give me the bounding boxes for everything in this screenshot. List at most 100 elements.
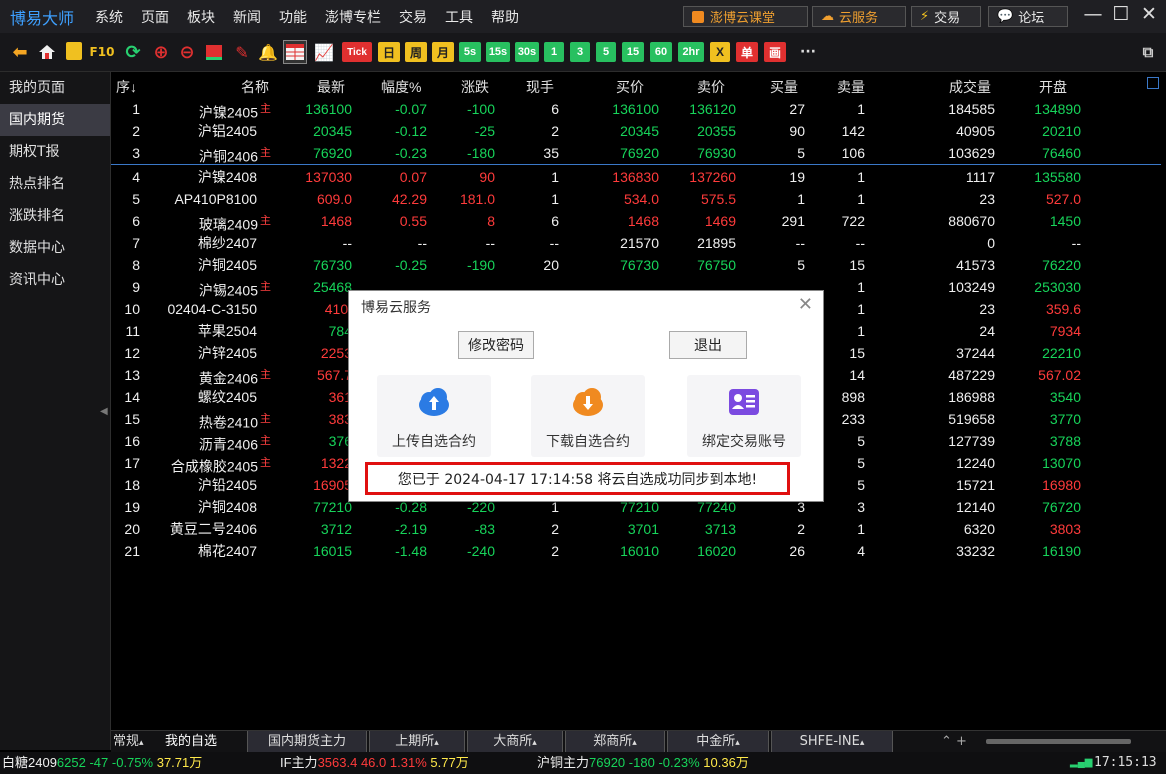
period-3[interactable]: 3 (570, 42, 590, 62)
collapse-arrow-icon[interactable]: ◀ (100, 406, 108, 417)
table-row[interactable]: 21 棉花2407 16015 -1.48 -240 2 16010 16020 26 4 3323… (111, 540, 1161, 562)
f10-button[interactable]: F10 (88, 42, 116, 62)
zoom-out-icon[interactable]: ⊖ (176, 42, 198, 63)
home-icon[interactable] (36, 42, 58, 62)
sidebar-item-data-center[interactable]: 数据中心 (0, 232, 110, 264)
draw-line-icon[interactable]: ✎ (232, 42, 252, 62)
tick-button[interactable]: Tick (342, 42, 372, 62)
change-password-button[interactable]: 修改密码 (458, 331, 534, 359)
col-seq[interactable]: 序↓ (116, 76, 137, 98)
col-ask[interactable]: 卖价 (697, 76, 725, 98)
table-row[interactable]: 20 黄豆二号2406 3712 -2.19 -83 2 3701 3713 2 1 6320 380… (111, 518, 1161, 540)
table-row[interactable]: 5 AP410P8100 609.0 42.29 181.0 1 534.0 575.5 1 1 2… (111, 188, 1161, 210)
period-2hr[interactable]: 2hr (678, 42, 704, 62)
cell-seq: 12 (124, 345, 140, 361)
week-button[interactable]: 周 (405, 42, 427, 62)
col-bid[interactable]: 买价 (616, 76, 644, 98)
table-row[interactable]: 8 沪铜2405 76730 -0.25 -190 20 76730 76750 5 15 4157… (111, 254, 1161, 276)
col-last[interactable]: 最新 (317, 76, 345, 98)
cell-chg: -240 (466, 543, 495, 559)
refresh-icon[interactable]: ⟳ (122, 42, 144, 63)
tab-my-watchlist[interactable]: 我的自选 (165, 731, 217, 752)
dialog-close-icon[interactable]: ✕ (798, 294, 813, 315)
col-name[interactable]: 名称 (241, 76, 269, 98)
period-1[interactable]: 1 (544, 42, 564, 62)
menu-system[interactable]: 系统 (86, 7, 132, 27)
notes-icon[interactable] (66, 42, 82, 60)
tab-shfe[interactable]: 上期所▴ (369, 731, 465, 752)
upload-tile[interactable]: 上传自选合约 (377, 375, 491, 457)
col-total[interactable]: 成交量 (949, 76, 991, 98)
sidebar-item-options-t[interactable]: 期权T报 (0, 136, 110, 168)
tab-shfe-ine[interactable]: SHFE-INE▴ (771, 731, 893, 752)
menu-tools[interactable]: 工具 (436, 7, 482, 27)
sidebar-item-domestic-futures[interactable]: 国内期货 (0, 104, 110, 136)
bell-icon[interactable]: 🔔 (258, 42, 278, 62)
table-row[interactable]: 3 沪铜2406 主 76920 -0.23 -180 35 76920 76930 5 106 10… (111, 142, 1161, 165)
menu-news[interactable]: 新闻 (224, 7, 270, 27)
ticker-item[interactable]: 沪铜主力76920 -180 -0.23% 10.36万 (537, 752, 749, 774)
trade-link[interactable]: ⚡ 交易 (911, 6, 981, 27)
back-arrow-icon[interactable]: ⬅ (10, 42, 30, 63)
x-button[interactable]: X (710, 42, 730, 62)
corner-box[interactable] (1147, 77, 1159, 89)
col-vol[interactable]: 现手 (526, 76, 554, 98)
sidebar-item-info-center[interactable]: 资讯中心 (0, 264, 110, 296)
day-button[interactable]: 日 (378, 42, 400, 62)
zoom-in-icon[interactable]: ⊕ (150, 42, 172, 63)
table-row[interactable]: 2 沪铝2405 20345 -0.12 -25 2 20345 20355 90 142 4090… (111, 120, 1161, 142)
period-5[interactable]: 5 (596, 42, 616, 62)
table-row[interactable]: 4 沪镍2408 137030 0.07 90 1 136830 137260 19 1 1117 1… (111, 164, 1161, 188)
layout-toggle-icon[interactable]: ⧉ (1138, 42, 1158, 62)
ticker-item[interactable]: 白糖24096252 -47 -0.75% 37.71万 (2, 752, 202, 774)
chart-icon[interactable]: 📈 (313, 42, 335, 62)
col-chg[interactable]: 涨跌 (461, 76, 489, 98)
menu-function[interactable]: 功能 (270, 7, 316, 27)
order-button[interactable]: 单 (736, 42, 758, 62)
more-button[interactable]: ··· (796, 42, 820, 62)
period-5s[interactable]: 5s (459, 42, 481, 62)
logout-button[interactable]: 退出 (669, 331, 747, 359)
table-view-icon[interactable] (283, 40, 307, 64)
draw-button[interactable]: 画 (764, 42, 786, 62)
tab-normal[interactable]: 常规▴ (113, 731, 144, 752)
add-tab-icon[interactable]: ⌃ + (941, 731, 967, 752)
period-30s[interactable]: 30s (515, 42, 539, 62)
minimize-button[interactable]: — (1080, 3, 1106, 25)
sidebar-item-my-page[interactable]: 我的页面 (0, 72, 110, 104)
sidebar-item-hot-rank[interactable]: 热点排名 (0, 168, 110, 200)
ticker-item[interactable]: IF主力3563.4 46.0 1.31% 5.77万 (280, 752, 469, 774)
tab-main-futures[interactable]: 国内期货主力 (247, 731, 367, 752)
maximize-button[interactable]: ☐ (1108, 3, 1134, 25)
month-button[interactable]: 月 (432, 42, 454, 62)
tab-czce[interactable]: 郑商所▴ (565, 731, 665, 752)
col-askq[interactable]: 卖量 (837, 76, 865, 98)
forum-link[interactable]: 💬 论坛 (988, 6, 1068, 27)
tab-dce[interactable]: 大商所▴ (467, 731, 563, 752)
tab-cffex[interactable]: 中金所▴ (667, 731, 769, 752)
menu-trade[interactable]: 交易 (390, 7, 436, 27)
col-pct[interactable]: 幅度% (381, 76, 421, 98)
menu-sector[interactable]: 板块 (178, 7, 224, 27)
period-15[interactable]: 15 (622, 42, 644, 62)
download-tile[interactable]: 下载自选合约 (531, 375, 645, 457)
close-button[interactable]: ✕ (1136, 3, 1162, 25)
table-row[interactable]: 6 玻璃2409 主 1468 0.55 8 6 1468 1469 291 722 880670 14… (111, 210, 1161, 233)
menu-page[interactable]: 页面 (132, 7, 178, 27)
period-60[interactable]: 60 (650, 42, 672, 62)
color-block-icon[interactable] (204, 42, 224, 62)
horizontal-scrollbar[interactable] (986, 739, 1131, 744)
classroom-link[interactable]: 澎博云课堂 (683, 6, 808, 27)
bind-account-tile[interactable]: 绑定交易账号 (687, 375, 801, 457)
cloud-service-link[interactable]: ☁ 云服务 (812, 6, 906, 27)
menu-help[interactable]: 帮助 (482, 7, 528, 27)
period-15s[interactable]: 15s (486, 42, 510, 62)
cell-open: 359.6 (1045, 301, 1081, 317)
menu-column[interactable]: 澎博专栏 (316, 7, 390, 27)
sidebar-item-change-rank[interactable]: 涨跌排名 (0, 200, 110, 232)
table-row[interactable]: 1 沪镍2405 主 136100 -0.07 -100 6 136100 136120 27 1 1… (111, 98, 1161, 121)
col-open[interactable]: 开盘 (1039, 76, 1067, 98)
col-bidq[interactable]: 买量 (770, 76, 798, 98)
table-row[interactable]: 7 棉纱2407 -- -- -- -- 21570 21895 -- -- 0 -- (111, 232, 1161, 254)
cell-askq: 1 (857, 169, 865, 185)
